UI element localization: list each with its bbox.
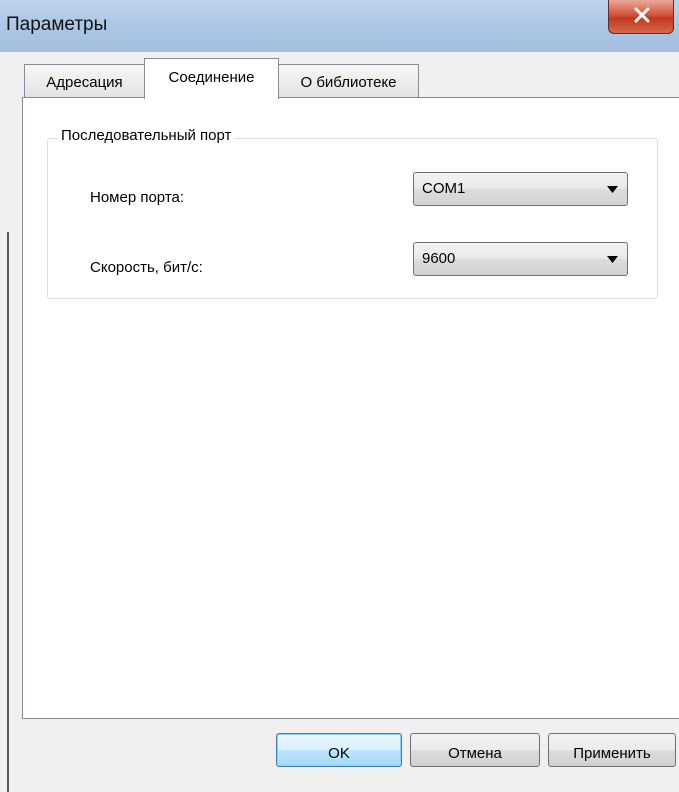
tab-panel-connection: Последовательный порт Номер порта: COM1 … xyxy=(22,97,679,719)
close-icon xyxy=(634,7,650,23)
tab-addressing[interactable]: Адресация xyxy=(24,64,145,98)
port-number-select[interactable]: COM1 xyxy=(413,172,628,206)
baud-rate-value: 9600 xyxy=(422,250,456,267)
tab-about-library[interactable]: О библиотеке xyxy=(278,64,419,98)
chevron-down-icon xyxy=(607,186,618,193)
port-number-label: Номер порта: xyxy=(90,189,185,206)
tab-connection[interactable]: Соединение xyxy=(144,58,279,99)
window-title: Параметры xyxy=(6,14,108,35)
apply-button[interactable]: Применить xyxy=(548,733,676,767)
chevron-down-icon xyxy=(607,256,618,263)
groupbox-title: Последовательный порт xyxy=(58,127,235,144)
serial-port-groupbox: Последовательный порт Номер порта: COM1 … xyxy=(47,127,658,299)
port-number-value: COM1 xyxy=(422,180,466,197)
tab-label: Адресация xyxy=(46,74,123,91)
cancel-button[interactable]: Отмена xyxy=(410,733,540,767)
close-button[interactable] xyxy=(608,0,674,34)
ok-button[interactable]: OK xyxy=(276,733,402,767)
dialog-window: Параметры Адресация Соединение О библиот… xyxy=(0,0,679,792)
baud-rate-select[interactable]: 9600 xyxy=(413,242,628,276)
baud-rate-label: Скорость, бит/с: xyxy=(90,259,203,276)
tab-label: О библиотеке xyxy=(300,74,397,91)
title-bar[interactable]: Параметры xyxy=(0,0,679,52)
tab-label: Соединение xyxy=(168,69,255,86)
left-frame-edge xyxy=(7,232,9,792)
